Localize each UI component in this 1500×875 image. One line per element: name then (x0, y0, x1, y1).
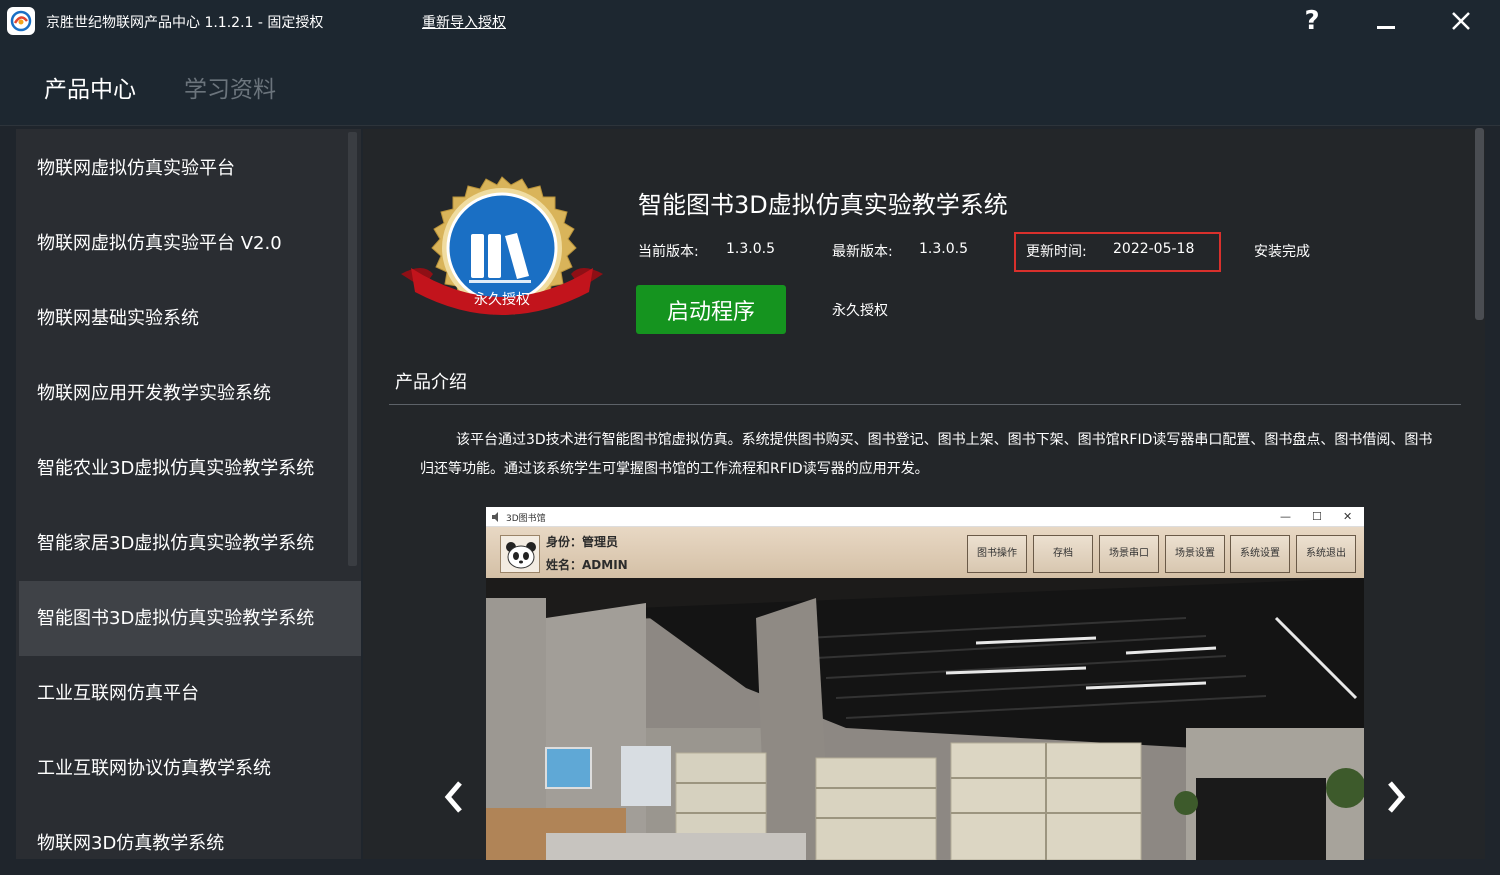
help-button[interactable]: ? (1297, 6, 1327, 36)
preview-btn-system-settings: 系统设置 (1230, 535, 1290, 573)
preview-maximize-icon: ☐ (1312, 510, 1322, 523)
preview-btn-book-ops: 图书操作 (967, 535, 1027, 573)
sidebar-item-industrial-protocol[interactable]: 工业互联网协议仿真教学系统 (19, 731, 361, 806)
sidebar-item-smart-library[interactable]: 智能图书3D虚拟仿真实验教学系统 (19, 581, 361, 656)
title-bar[interactable]: 京胜世纪物联网产品中心 1.1.2.1 - 固定授权 重新导入授权 ? (0, 0, 1500, 42)
preview-minimize-icon: — (1280, 510, 1291, 523)
app-logo-icon (7, 7, 35, 35)
sidebar-item-iot-3d[interactable]: 物联网3D仿真教学系统 (19, 806, 361, 859)
install-status: 安装完成 (1254, 244, 1310, 260)
preview-window-title: 3D图书馆 (506, 514, 546, 524)
sidebar-item-iot-virtual-platform[interactable]: 物联网虚拟仿真实验平台 (19, 131, 361, 206)
section-divider (389, 404, 1461, 405)
preview-close-icon: ✕ (1343, 510, 1353, 523)
preview-btn-exit: 系统退出 (1296, 535, 1356, 573)
sidebar-item-iot-app-dev[interactable]: 物联网应用开发教学实验系统 (19, 356, 361, 431)
panda-avatar-icon (500, 535, 540, 573)
product-sidebar: 物联网虚拟仿真实验平台 物联网虚拟仿真实验平台 V2.0 物联网基础实验系统 物… (16, 129, 361, 859)
preview-username: 姓名：ADMIN (546, 558, 628, 572)
preview-btn-scene-settings: 场景设置 (1165, 535, 1225, 573)
sidebar-item-industrial-iot[interactable]: 工业互联网仿真平台 (19, 656, 361, 731)
license-badge: 永久授权 (393, 176, 611, 340)
current-version-value: 1.3.0.5 (726, 241, 775, 257)
sidebar-item-smart-home[interactable]: 智能家居3D虚拟仿真实验教学系统 (19, 506, 361, 581)
update-time-label: 更新时间: (1026, 244, 1087, 260)
sidebar-scrollbar[interactable] (348, 132, 357, 566)
latest-version-label: 最新版本: (832, 244, 893, 260)
sidebar-item-smart-agriculture[interactable]: 智能农业3D虚拟仿真实验教学系统 (19, 431, 361, 506)
product-description: 该平台通过3D技术进行智能图书馆虚拟仿真。系统提供图书购买、图书登记、图书上架、… (420, 432, 1433, 477)
launch-program-button[interactable]: 启动程序 (636, 285, 786, 334)
reimport-license-link[interactable]: 重新导入授权 (422, 12, 506, 32)
preview-header: 身份：管理员 姓名：ADMIN 图书操作 存档 场景串口 场景设置 系统设置 系… (486, 527, 1364, 578)
product-screenshot-carousel: 3D图书馆 — ☐ ✕ 身份：管理员 姓名：ADMIN 图书操作 存档 场景串口 (486, 507, 1364, 860)
product-title: 智能图书3D虚拟仿真实验教学系统 (638, 191, 1008, 219)
speaker-icon (492, 512, 498, 522)
carousel-prev-button[interactable] (440, 778, 470, 816)
library-3d-scene (486, 578, 1364, 860)
preview-titlebar: 3D图书馆 — ☐ ✕ (486, 507, 1364, 527)
tab-product-center[interactable]: 产品中心 (44, 70, 136, 104)
latest-version-value: 1.3.0.5 (919, 241, 968, 257)
sidebar-item-iot-virtual-platform-v2[interactable]: 物联网虚拟仿真实验平台 V2.0 (19, 206, 361, 281)
current-version-label: 当前版本: (638, 244, 699, 260)
badge-label: 永久授权 (474, 292, 530, 308)
update-time-value: 2022-05-18 (1113, 241, 1195, 257)
preview-identity: 身份：管理员 (546, 535, 619, 549)
license-type: 永久授权 (832, 303, 888, 319)
chevron-left-icon (444, 781, 462, 813)
tab-learning-materials[interactable]: 学习资料 (184, 70, 276, 104)
window-title: 京胜世纪物联网产品中心 1.1.2.1 - 固定授权 (46, 15, 324, 31)
sidebar-item-iot-basic-lab[interactable]: 物联网基础实验系统 (19, 281, 361, 356)
close-icon (1452, 12, 1470, 30)
app-window: 京胜世纪物联网产品中心 1.1.2.1 - 固定授权 重新导入授权 ? 产品中心… (0, 0, 1500, 875)
preview-btn-scene-serial: 场景串口 (1099, 535, 1159, 573)
carousel-next-button[interactable] (1380, 778, 1410, 816)
preview-btn-archive: 存档 (1033, 535, 1093, 573)
product-intro-heading: 产品介绍 (395, 372, 467, 393)
main-scrollbar[interactable] (1475, 128, 1484, 320)
chevron-right-icon (1388, 781, 1406, 813)
top-nav: 产品中心 学习资料 (0, 42, 1500, 126)
close-button[interactable] (1446, 6, 1476, 36)
minimize-button[interactable] (1372, 6, 1402, 36)
